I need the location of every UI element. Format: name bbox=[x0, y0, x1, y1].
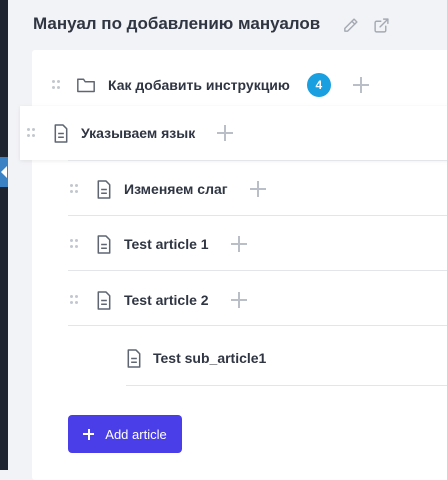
dragging-item-row[interactable]: Указываем язык bbox=[27, 121, 234, 145]
article-row[interactable]: Изменяем слаг bbox=[70, 177, 266, 201]
row-divider bbox=[126, 385, 447, 386]
article-count-badge: 4 bbox=[306, 73, 331, 97]
edit-title-button[interactable] bbox=[340, 15, 360, 35]
add-child-plus-icon[interactable] bbox=[230, 236, 247, 252]
drag-handle-icon[interactable] bbox=[52, 80, 60, 90]
article-title[interactable]: Изменяем слаг bbox=[124, 181, 228, 197]
sub-article-row[interactable]: Test sub_article1 bbox=[126, 346, 266, 370]
add-article-button[interactable]: Add article bbox=[68, 415, 182, 453]
add-child-plus-icon[interactable] bbox=[249, 181, 266, 197]
article-title[interactable]: Test article 2 bbox=[124, 292, 209, 308]
plus-icon bbox=[83, 428, 95, 440]
article-title[interactable]: Указываем язык bbox=[81, 125, 195, 141]
sub-article-title[interactable]: Test sub_article1 bbox=[153, 350, 266, 366]
article-row[interactable]: Test article 2 bbox=[70, 288, 247, 312]
add-child-plus-icon[interactable] bbox=[230, 292, 247, 308]
document-icon bbox=[54, 123, 68, 143]
folder-icon bbox=[77, 78, 95, 93]
add-article-label: Add article bbox=[105, 426, 167, 442]
document-icon bbox=[97, 290, 111, 310]
chevron-left-icon bbox=[1, 166, 7, 178]
external-link-icon bbox=[373, 17, 389, 33]
add-child-plus-icon[interactable] bbox=[217, 125, 234, 141]
drag-handle-icon[interactable] bbox=[27, 128, 35, 138]
category-title[interactable]: Как добавить инструкцию bbox=[108, 77, 290, 93]
pencil-icon bbox=[343, 17, 358, 32]
document-icon bbox=[97, 234, 111, 254]
row-divider bbox=[68, 215, 447, 216]
sidebar-collapse-toggle[interactable] bbox=[0, 157, 8, 187]
open-external-button[interactable] bbox=[371, 15, 391, 35]
document-icon bbox=[97, 179, 111, 199]
left-sidebar-edge bbox=[0, 0, 8, 470]
article-title[interactable]: Test article 1 bbox=[124, 236, 209, 252]
add-to-category-plus-icon[interactable] bbox=[352, 77, 369, 93]
row-divider bbox=[68, 160, 447, 161]
page-title: Мануал по добавлению мануалов bbox=[33, 14, 321, 33]
article-row[interactable]: Test article 1 bbox=[70, 232, 247, 256]
category-row[interactable]: Как добавить инструкцию 4 bbox=[52, 73, 369, 97]
document-icon bbox=[127, 348, 141, 368]
row-divider bbox=[68, 270, 447, 271]
drag-handle-icon[interactable] bbox=[70, 184, 78, 194]
drag-handle-icon[interactable] bbox=[70, 295, 78, 305]
drag-handle-icon[interactable] bbox=[70, 239, 78, 249]
row-divider bbox=[68, 325, 447, 326]
